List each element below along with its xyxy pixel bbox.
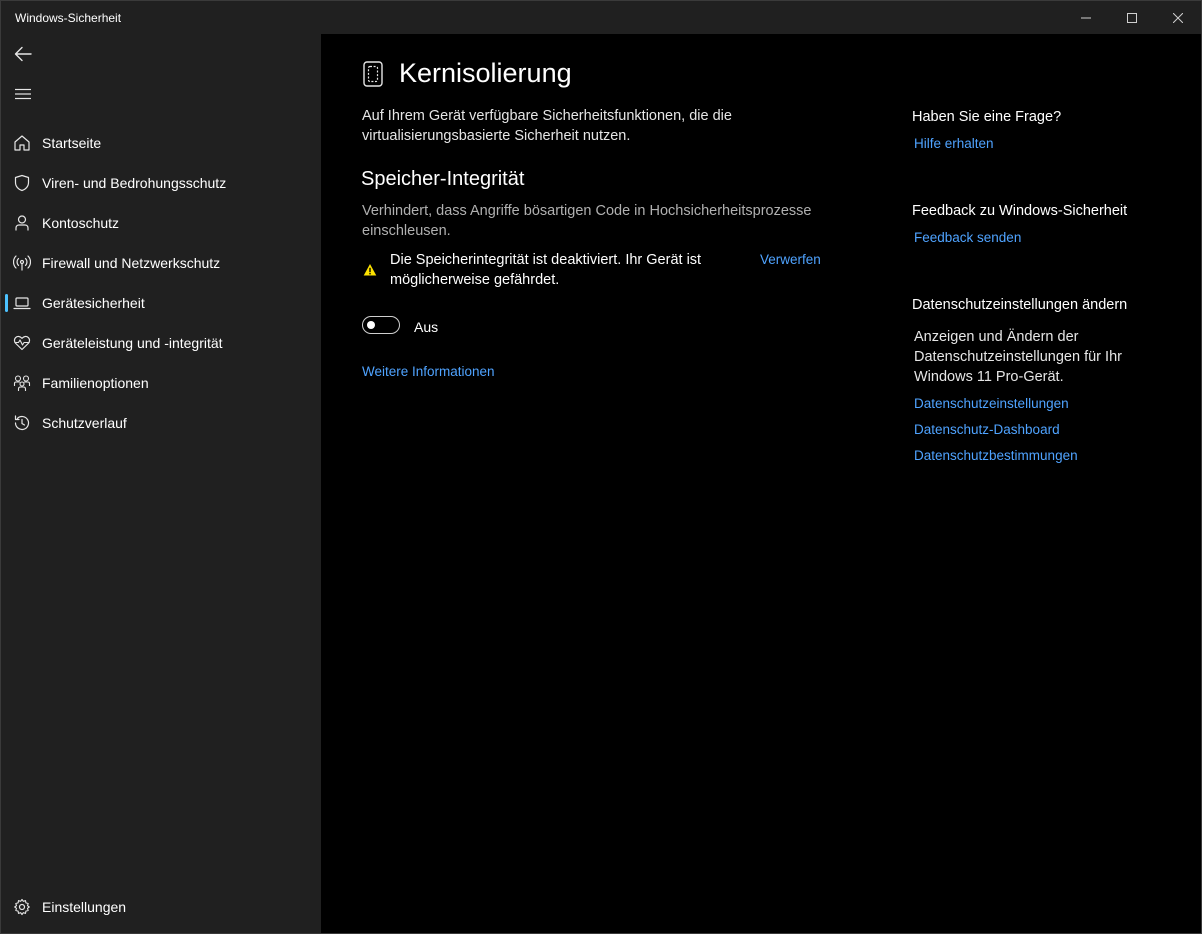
help-link[interactable]: Hilfe erhalten bbox=[914, 136, 994, 151]
warning-message: Die Speicherintegrität ist deaktiviert. … bbox=[390, 252, 702, 288]
privacy-statement-link[interactable]: Datenschutzbestimmungen bbox=[914, 448, 1078, 463]
sidebar-item-label: Firewall und Netzwerkschutz bbox=[42, 255, 221, 271]
more-info-link[interactable]: Weitere Informationen bbox=[362, 364, 495, 379]
main-content: Kernisolierung Auf Ihrem Gerät verfügbar… bbox=[322, 34, 1201, 933]
hamburger-menu-icon bbox=[15, 88, 31, 100]
question-heading: Haben Sie eine Frage? bbox=[912, 109, 1062, 125]
sidebar-item-family-options[interactable]: Familienoptionen bbox=[1, 364, 317, 402]
sidebar-item-label: Einstellungen bbox=[42, 899, 127, 915]
gear-icon bbox=[12, 897, 32, 917]
privacy-dashboard-link[interactable]: Datenschutz-Dashboard bbox=[914, 422, 1060, 437]
sidebar-item-startseite[interactable]: Startseite bbox=[1, 124, 317, 162]
memory-integrity-description: Verhindert, dass Angriffe bösartigen Cod… bbox=[362, 203, 812, 239]
menu-button[interactable] bbox=[5, 76, 41, 112]
memory-integrity-title: Speicher-Integrität bbox=[361, 168, 525, 190]
toggle-knob bbox=[367, 320, 375, 329]
minimize-icon bbox=[1081, 17, 1091, 18]
title-bar: Windows-Sicherheit bbox=[1, 1, 1201, 34]
memory-integrity-toggle[interactable] bbox=[362, 316, 400, 334]
laptop-icon bbox=[12, 293, 32, 313]
sidebar-item-virus-protection[interactable]: Viren- und Bedrohungsschutz bbox=[1, 164, 317, 202]
sidebar-item-settings[interactable]: Einstellungen bbox=[1, 888, 317, 926]
warning-triangle-icon bbox=[363, 264, 377, 276]
sidebar-item-label: Startseite bbox=[42, 135, 102, 151]
minimize-button[interactable] bbox=[1063, 1, 1109, 34]
back-arrow-icon bbox=[14, 46, 32, 62]
app-window: Windows-Sicherheit Startseite Viren- und… bbox=[0, 0, 1202, 934]
heart-pulse-icon bbox=[12, 333, 32, 353]
sidebar-item-label: Schutzverlauf bbox=[42, 415, 127, 431]
sidebar-item-device-security[interactable]: Gerätesicherheit bbox=[1, 284, 317, 322]
history-icon bbox=[12, 413, 32, 433]
back-button[interactable] bbox=[5, 36, 41, 72]
feedback-heading: Feedback zu Windows-Sicherheit bbox=[912, 203, 1128, 219]
page-intro: Auf Ihrem Gerät verfügbare Sicherheitsfu… bbox=[362, 108, 732, 144]
core-isolation-chip-icon bbox=[363, 61, 383, 87]
sidebar-item-device-performance[interactable]: Geräteleistung und -integrität bbox=[1, 324, 317, 362]
sidebar: Startseite Viren- und Bedrohungsschutz K… bbox=[1, 34, 321, 933]
sidebar-item-label: Geräteleistung und -integrität bbox=[42, 335, 223, 351]
sidebar-item-firewall[interactable]: Firewall und Netzwerkschutz bbox=[1, 244, 317, 282]
window-title: Windows-Sicherheit bbox=[15, 11, 122, 25]
maximize-button[interactable] bbox=[1109, 1, 1155, 34]
page-title: Kernisolierung bbox=[399, 58, 572, 88]
sidebar-item-label: Familienoptionen bbox=[42, 375, 149, 391]
home-icon bbox=[12, 133, 32, 153]
toggle-state-label: Aus bbox=[414, 319, 439, 335]
feedback-link[interactable]: Feedback senden bbox=[914, 230, 1021, 245]
privacy-settings-link[interactable]: Datenschutzeinstellungen bbox=[914, 396, 1069, 411]
sidebar-item-label: Viren- und Bedrohungsschutz bbox=[42, 175, 227, 191]
person-icon bbox=[12, 213, 32, 233]
sidebar-item-label: Kontoschutz bbox=[42, 215, 120, 231]
privacy-text: Anzeigen und Ändern der Datenschutzeinst… bbox=[914, 329, 1122, 385]
sidebar-item-protection-history[interactable]: Schutzverlauf bbox=[1, 404, 317, 442]
antenna-icon bbox=[12, 253, 32, 273]
sidebar-item-label: Gerätesicherheit bbox=[42, 295, 145, 311]
close-icon bbox=[1173, 12, 1183, 23]
maximize-icon bbox=[1127, 12, 1137, 23]
family-icon bbox=[12, 373, 32, 393]
close-button[interactable] bbox=[1155, 1, 1201, 34]
dismiss-link[interactable]: Verwerfen bbox=[760, 252, 821, 267]
sidebar-item-account-protection[interactable]: Kontoschutz bbox=[1, 204, 317, 242]
privacy-heading: Datenschutzeinstellungen ändern bbox=[912, 297, 1128, 313]
selection-indicator bbox=[5, 294, 8, 312]
shield-icon bbox=[12, 173, 32, 193]
